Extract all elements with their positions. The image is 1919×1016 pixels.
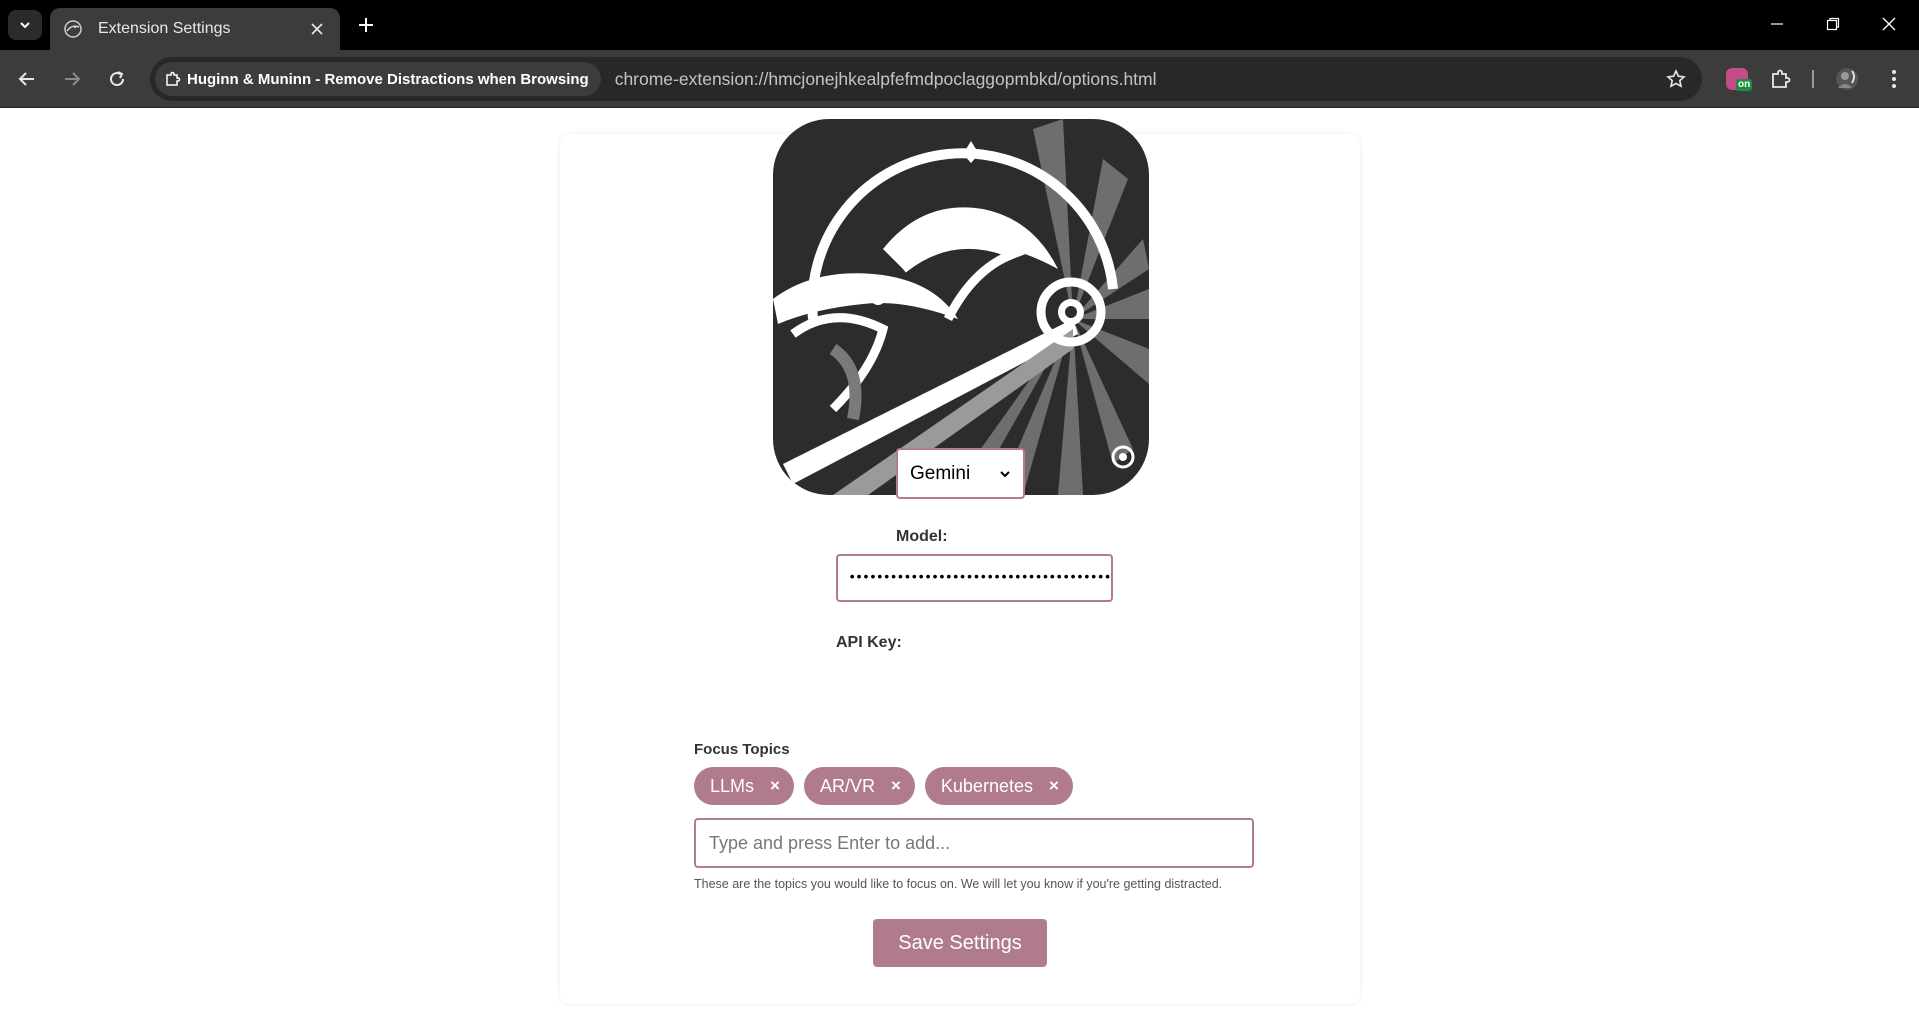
focus-topics-label: Focus Topics: [694, 741, 790, 758]
chevron-down-icon: [1000, 470, 1010, 477]
model-selected-value: Gemini: [910, 462, 971, 484]
topic-tag-llms: LLMs ×: [694, 767, 794, 805]
kebab-menu-icon: [1892, 70, 1896, 88]
arrow-right-icon: [65, 72, 81, 86]
browser-toolbar: Huginn & Muninn - Remove Distractions wh…: [0, 50, 1919, 108]
url-text: chrome-extension://hmcjonejhkealpfefmdpo…: [614, 68, 1157, 89]
plus-icon: [359, 18, 373, 32]
window-close-button[interactable]: [1866, 8, 1912, 40]
extensions-menu-button[interactable]: [1766, 64, 1796, 94]
puzzle-icon: [1772, 69, 1791, 88]
new-tab-button[interactable]: [352, 11, 380, 39]
extension-app-icon: on: [1726, 68, 1753, 91]
site-chip-label: Huginn & Muninn - Remove Distractions wh…: [187, 70, 589, 88]
raven-icon: [62, 18, 84, 40]
site-info-chip[interactable]: Huginn & Muninn - Remove Distractions wh…: [155, 62, 601, 96]
topic-tag-label: Kubernetes: [940, 775, 1033, 796]
topics-helper-text: These are the topics you would like to f…: [694, 877, 1223, 891]
minimize-icon: [1771, 23, 1783, 25]
puzzle-icon: [166, 71, 181, 86]
tab-extension-settings[interactable]: Extension Settings: [50, 8, 340, 50]
back-button[interactable]: [11, 63, 43, 95]
reload-icon: [110, 71, 125, 87]
tab-title: Extension Settings: [98, 20, 231, 37]
api-key-field[interactable]: ••••••••••••••••••••••••••••••••••••••: [836, 554, 1113, 602]
chevron-down-icon: [20, 22, 30, 29]
close-icon: [1882, 17, 1896, 31]
minimize-button[interactable]: [1754, 8, 1800, 40]
topic-tag-label: LLMs: [710, 775, 755, 796]
remove-topic-icon[interactable]: ×: [770, 776, 780, 796]
browser-menu-button[interactable]: [1879, 64, 1909, 94]
remove-topic-icon[interactable]: ×: [891, 776, 901, 796]
tab-bar: Extension Settings: [0, 0, 1919, 50]
save-settings-button[interactable]: Save Settings: [873, 919, 1047, 967]
model-label: Model:: [896, 528, 948, 545]
topic-tags: LLMs × AR/VR × Kubernetes ×: [694, 767, 1073, 805]
topic-tag-ar-vr: AR/VR ×: [803, 767, 915, 805]
avatar: [1836, 68, 1858, 90]
arrow-left-icon: [18, 72, 34, 86]
reload-button[interactable]: [101, 63, 133, 95]
api-key-label: API Key:: [836, 634, 902, 651]
restore-button[interactable]: [1810, 8, 1856, 40]
bookmark-star-button[interactable]: [1664, 67, 1688, 91]
address-bar[interactable]: Huginn & Muninn - Remove Distractions wh…: [150, 57, 1702, 101]
remove-topic-icon[interactable]: ×: [1049, 776, 1059, 796]
tab-search-button[interactable]: [8, 10, 42, 40]
model-select[interactable]: Gemini: [896, 448, 1025, 499]
star-icon: [1666, 69, 1686, 88]
huginn-muninn-logo: [773, 119, 1149, 495]
topic-tag-label: AR/VR: [819, 775, 875, 796]
forward-button[interactable]: [56, 63, 88, 95]
profile-button[interactable]: [1832, 64, 1862, 94]
raven-logo-icon: [773, 119, 1149, 495]
extension-on-badge: on: [1736, 79, 1753, 91]
close-icon[interactable]: [306, 18, 328, 40]
toolbar-separator: [1812, 70, 1814, 88]
extension-on-button[interactable]: on: [1722, 64, 1753, 94]
add-topic-input[interactable]: [694, 818, 1254, 868]
restore-icon: [1826, 17, 1840, 31]
topic-tag-kubernetes: Kubernetes ×: [924, 767, 1073, 805]
